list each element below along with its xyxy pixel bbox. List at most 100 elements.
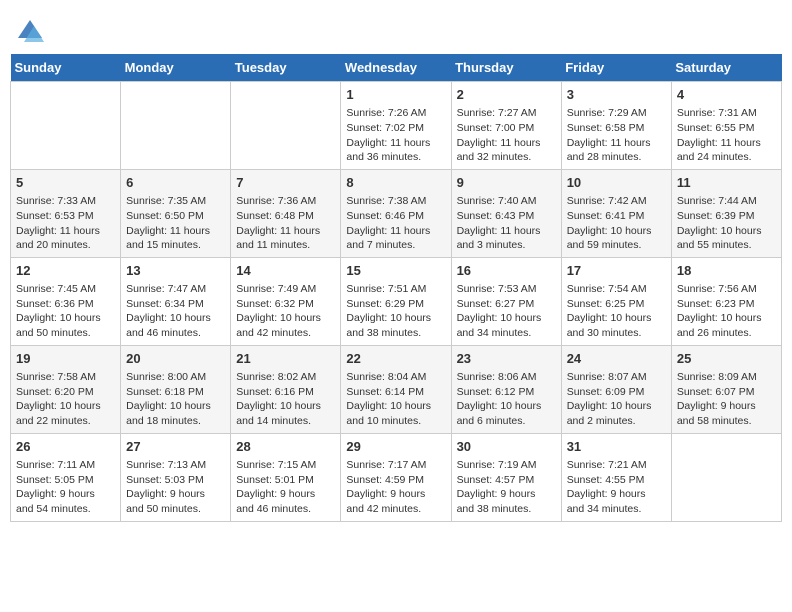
day-info: Sunrise: 7:36 AM Sunset: 6:48 PM Dayligh…	[236, 194, 335, 253]
calendar-cell: 21Sunrise: 8:02 AM Sunset: 6:16 PM Dayli…	[231, 345, 341, 433]
column-header-wednesday: Wednesday	[341, 54, 451, 82]
day-info: Sunrise: 8:02 AM Sunset: 6:16 PM Dayligh…	[236, 370, 335, 429]
day-number: 7	[236, 174, 335, 192]
calendar-cell: 29 Sunrise: 7:17 AM Sunset: 4:59 PM Dayli…	[341, 433, 451, 521]
day-number: 11	[677, 174, 776, 192]
day-info: Sunrise: 7:35 AM Sunset: 6:50 PM Dayligh…	[126, 194, 225, 253]
day-info: Sunrise: 8:04 AM Sunset: 6:14 PM Dayligh…	[346, 370, 445, 429]
calendar-week-row: 19Sunrise: 7:58 AM Sunset: 6:20 PM Dayli…	[11, 345, 782, 433]
calendar-cell: 3Sunrise: 7:29 AM Sunset: 6:58 PM Daylig…	[561, 82, 671, 170]
calendar-week-row: 5Sunrise: 7:33 AM Sunset: 6:53 PM Daylig…	[11, 169, 782, 257]
day-number: 30	[457, 438, 556, 456]
day-number: 10	[567, 174, 666, 192]
calendar-cell: 31 Sunrise: 7:21 AM Sunset: 4:55 PM Dayli…	[561, 433, 671, 521]
day-info: Sunrise: 7:47 AM Sunset: 6:34 PM Dayligh…	[126, 282, 225, 341]
calendar-cell: 8Sunrise: 7:38 AM Sunset: 6:46 PM Daylig…	[341, 169, 451, 257]
day-info: Sunrise: 7:21 AM Sunset: 4:55 PM Dayligh…	[567, 458, 666, 517]
day-number: 16	[457, 262, 556, 280]
day-info: Sunrise: 7:13 AM Sunset: 5:03 PM Dayligh…	[126, 458, 225, 517]
calendar-cell: 26 Sunrise: 7:11 AM Sunset: 5:05 PM Dayli…	[11, 433, 121, 521]
day-info: Sunrise: 7:56 AM Sunset: 6:23 PM Dayligh…	[677, 282, 776, 341]
day-number: 13	[126, 262, 225, 280]
calendar-cell: 11Sunrise: 7:44 AM Sunset: 6:39 PM Dayli…	[671, 169, 781, 257]
day-info: Sunrise: 8:06 AM Sunset: 6:12 PM Dayligh…	[457, 370, 556, 429]
day-number: 6	[126, 174, 225, 192]
calendar-cell	[11, 82, 121, 170]
day-number: 22	[346, 350, 445, 368]
calendar-table: SundayMondayTuesdayWednesdayThursdayFrid…	[10, 54, 782, 522]
day-number: 1	[346, 86, 445, 104]
calendar-cell: 7 Sunrise: 7:36 AM Sunset: 6:48 PM Daylig…	[231, 169, 341, 257]
day-number: 23	[457, 350, 556, 368]
calendar-cell	[671, 433, 781, 521]
day-info: Sunrise: 7:45 AM Sunset: 6:36 PM Dayligh…	[16, 282, 115, 341]
day-info: Sunrise: 7:26 AM Sunset: 7:02 PM Dayligh…	[346, 106, 445, 165]
calendar-cell: 12 Sunrise: 7:45 AM Sunset: 6:36 PM Dayli…	[11, 257, 121, 345]
calendar-cell: 19Sunrise: 7:58 AM Sunset: 6:20 PM Dayli…	[11, 345, 121, 433]
calendar-cell: 24 Sunrise: 8:07 AM Sunset: 6:09 PM Dayli…	[561, 345, 671, 433]
calendar-week-row: 26 Sunrise: 7:11 AM Sunset: 5:05 PM Dayli…	[11, 433, 782, 521]
column-header-monday: Monday	[121, 54, 231, 82]
calendar-cell: 17Sunrise: 7:54 AM Sunset: 6:25 PM Dayli…	[561, 257, 671, 345]
calendar-cell: 27 Sunrise: 7:13 AM Sunset: 5:03 PM Dayli…	[121, 433, 231, 521]
calendar-cell: 13 Sunrise: 7:47 AM Sunset: 6:34 PM Dayli…	[121, 257, 231, 345]
calendar-cell	[121, 82, 231, 170]
column-header-tuesday: Tuesday	[231, 54, 341, 82]
calendar-week-row: 1 Sunrise: 7:26 AM Sunset: 7:02 PM Daylig…	[11, 82, 782, 170]
logo-icon	[14, 16, 46, 48]
day-info: Sunrise: 7:42 AM Sunset: 6:41 PM Dayligh…	[567, 194, 666, 253]
day-number: 2	[457, 86, 556, 104]
calendar-cell: 10 Sunrise: 7:42 AM Sunset: 6:41 PM Dayli…	[561, 169, 671, 257]
day-number: 12	[16, 262, 115, 280]
calendar-cell: 9 Sunrise: 7:40 AM Sunset: 6:43 PM Daylig…	[451, 169, 561, 257]
day-number: 19	[16, 350, 115, 368]
day-number: 15	[346, 262, 445, 280]
day-info: Sunrise: 7:19 AM Sunset: 4:57 PM Dayligh…	[457, 458, 556, 517]
day-info: Sunrise: 7:54 AM Sunset: 6:25 PM Dayligh…	[567, 282, 666, 341]
day-info: Sunrise: 7:27 AM Sunset: 7:00 PM Dayligh…	[457, 106, 556, 165]
calendar-cell: 28Sunrise: 7:15 AM Sunset: 5:01 PM Dayli…	[231, 433, 341, 521]
page-header	[10, 10, 782, 48]
logo	[14, 16, 50, 48]
calendar-cell: 15 Sunrise: 7:51 AM Sunset: 6:29 PM Dayli…	[341, 257, 451, 345]
day-info: Sunrise: 7:40 AM Sunset: 6:43 PM Dayligh…	[457, 194, 556, 253]
calendar-cell: 1 Sunrise: 7:26 AM Sunset: 7:02 PM Daylig…	[341, 82, 451, 170]
day-number: 14	[236, 262, 335, 280]
calendar-cell: 14 Sunrise: 7:49 AM Sunset: 6:32 PM Dayli…	[231, 257, 341, 345]
calendar-header-row: SundayMondayTuesdayWednesdayThursdayFrid…	[11, 54, 782, 82]
day-info: Sunrise: 8:09 AM Sunset: 6:07 PM Dayligh…	[677, 370, 776, 429]
day-info: Sunrise: 7:51 AM Sunset: 6:29 PM Dayligh…	[346, 282, 445, 341]
day-info: Sunrise: 8:07 AM Sunset: 6:09 PM Dayligh…	[567, 370, 666, 429]
column-header-sunday: Sunday	[11, 54, 121, 82]
day-info: Sunrise: 8:00 AM Sunset: 6:18 PM Dayligh…	[126, 370, 225, 429]
calendar-cell: 5Sunrise: 7:33 AM Sunset: 6:53 PM Daylig…	[11, 169, 121, 257]
day-number: 18	[677, 262, 776, 280]
day-info: Sunrise: 7:17 AM Sunset: 4:59 PM Dayligh…	[346, 458, 445, 517]
calendar-cell: 25 Sunrise: 8:09 AM Sunset: 6:07 PM Dayli…	[671, 345, 781, 433]
column-header-thursday: Thursday	[451, 54, 561, 82]
day-number: 28	[236, 438, 335, 456]
day-number: 27	[126, 438, 225, 456]
day-number: 24	[567, 350, 666, 368]
calendar-cell	[231, 82, 341, 170]
column-header-friday: Friday	[561, 54, 671, 82]
calendar-cell: 23 Sunrise: 8:06 AM Sunset: 6:12 PM Dayli…	[451, 345, 561, 433]
column-header-saturday: Saturday	[671, 54, 781, 82]
calendar-cell: 2 Sunrise: 7:27 AM Sunset: 7:00 PM Daylig…	[451, 82, 561, 170]
calendar-cell: 6 Sunrise: 7:35 AM Sunset: 6:50 PM Daylig…	[121, 169, 231, 257]
day-number: 29	[346, 438, 445, 456]
day-info: Sunrise: 7:38 AM Sunset: 6:46 PM Dayligh…	[346, 194, 445, 253]
day-number: 9	[457, 174, 556, 192]
day-number: 4	[677, 86, 776, 104]
day-number: 31	[567, 438, 666, 456]
day-number: 25	[677, 350, 776, 368]
calendar-cell: 4Sunrise: 7:31 AM Sunset: 6:55 PM Daylig…	[671, 82, 781, 170]
calendar-cell: 22 Sunrise: 8:04 AM Sunset: 6:14 PM Dayli…	[341, 345, 451, 433]
day-info: Sunrise: 7:49 AM Sunset: 6:32 PM Dayligh…	[236, 282, 335, 341]
day-number: 26	[16, 438, 115, 456]
calendar-cell: 16Sunrise: 7:53 AM Sunset: 6:27 PM Dayli…	[451, 257, 561, 345]
calendar-week-row: 12 Sunrise: 7:45 AM Sunset: 6:36 PM Dayli…	[11, 257, 782, 345]
calendar-cell: 30 Sunrise: 7:19 AM Sunset: 4:57 PM Dayli…	[451, 433, 561, 521]
day-info: Sunrise: 7:11 AM Sunset: 5:05 PM Dayligh…	[16, 458, 115, 517]
day-number: 5	[16, 174, 115, 192]
